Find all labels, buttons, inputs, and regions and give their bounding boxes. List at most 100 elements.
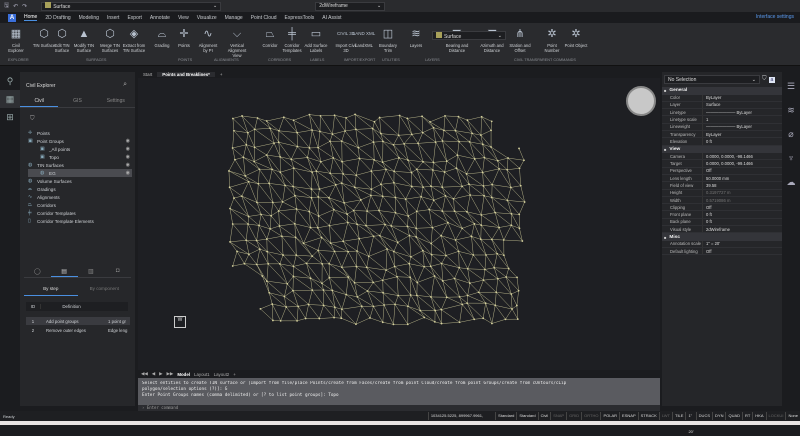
tree-item[interactable]: ∿Alignments <box>28 193 132 201</box>
property-row[interactable]: ClippingOff <box>662 204 782 211</box>
status-toggle[interactable]: DYN <box>712 412 725 420</box>
menu-tab-expresstools[interactable]: ExpressTools <box>285 15 315 21</box>
property-row[interactable]: Elevation0 ft <box>662 138 782 145</box>
menu-tab-annotate[interactable]: Annotate <box>150 15 170 21</box>
ribbon-button-station-and-offset[interactable]: ⋔Station and Offset <box>508 26 532 53</box>
filter-icon[interactable]: ⛉ <box>30 116 35 123</box>
layout-nav-button[interactable]: ◀ <box>152 371 155 377</box>
tab-settings[interactable]: Settings <box>97 98 135 107</box>
tree-item[interactable]: ✛Points <box>28 129 132 137</box>
tab-by-component[interactable]: By component <box>78 286 132 296</box>
ribbon-button-layers[interactable]: ≋Layers <box>404 26 428 48</box>
property-row[interactable]: Linetype——————— ByLayer <box>662 109 782 116</box>
ribbon-button-point-number[interactable]: ✲Point Number <box>540 26 564 53</box>
property-row[interactable]: Linetype scale1 <box>662 116 782 123</box>
status-toggle[interactable]: DUCS <box>696 412 712 420</box>
ribbon-button-points[interactable]: ✛Points <box>172 26 196 48</box>
search-icon[interactable]: ⌕ <box>123 81 127 89</box>
status-toggle[interactable]: STRACK <box>638 412 659 420</box>
ribbon-button-edit-tin-surface[interactable]: ⬡Edit TIN Surface <box>50 26 74 53</box>
interface-settings-link[interactable]: Interface settings <box>756 14 794 20</box>
civil-explorer-icon[interactable]: ▦ <box>0 90 20 108</box>
menu-tab-ai-assist[interactable]: AI Assist <box>322 15 341 21</box>
property-row[interactable]: Camera0.0000, 0.0000, -98.1466 <box>662 153 782 160</box>
ribbon-button-civil-explorer[interactable]: ▦Civil Explorer <box>4 26 28 53</box>
property-row[interactable]: Width0.5719086 m <box>662 197 782 204</box>
property-row[interactable]: Visual style2dWireframe <box>662 226 782 233</box>
status-toggle[interactable]: LOCKUI <box>766 412 786 420</box>
menu-tab-point-cloud[interactable]: Point Cloud <box>251 15 277 21</box>
property-row[interactable]: Front plane0 ft <box>662 211 782 218</box>
camera-icon[interactable]: ◘ <box>104 268 131 277</box>
layout-tab[interactable]: Layout2 <box>214 372 230 377</box>
status-toggle[interactable]: LWT <box>659 412 672 420</box>
visibility-eye-icon[interactable]: ◉ <box>126 162 130 168</box>
ribbon-button-boundary-trim[interactable]: ◫Boundary Trim <box>376 26 400 53</box>
status-toggle[interactable]: ORTHO <box>581 412 600 420</box>
status-toggle[interactable]: RT <box>742 412 752 420</box>
ribbon-button-corridor-templates[interactable]: ╪Corridor Templates <box>280 26 304 53</box>
property-row[interactable]: Lens length50.0000 mm <box>662 175 782 182</box>
info-icon[interactable]: ◯ <box>24 268 51 277</box>
menu-tab-visualize[interactable]: Visualize <box>197 15 217 21</box>
property-row[interactable]: LayerSurface <box>662 102 782 109</box>
property-row[interactable]: TransparencyByLayer <box>662 131 782 138</box>
layers-icon[interactable]: ≋ <box>782 100 800 120</box>
save-icon[interactable]: 🖫 <box>4 1 9 11</box>
visibility-eye-icon[interactable]: ◉ <box>126 154 130 160</box>
status-toggle[interactable]: HKA <box>752 412 765 420</box>
status-toggle[interactable]: Civil <box>538 412 551 420</box>
tree-item[interactable]: ◍Volume Surfaces <box>28 177 132 185</box>
tree-item[interactable]: ⏢Corridors <box>28 201 132 209</box>
visual-style-dropdown[interactable]: 2dWireframe⌄ <box>315 2 385 11</box>
tree-icon[interactable]: ⊞ <box>0 108 20 126</box>
status-toggle[interactable]: POLAR <box>600 412 619 420</box>
tab-civil[interactable]: Civil <box>20 98 58 107</box>
tree-item[interactable]: ⌓Gradings <box>28 185 132 193</box>
doc-tab[interactable]: Points and Breaklines* <box>157 72 215 77</box>
lightbulb-icon[interactable]: ♆ <box>782 148 800 168</box>
menu-tab-2d-drafting[interactable]: 2D Drafting <box>45 15 70 21</box>
status-toggle[interactable]: TILE <box>672 412 685 420</box>
status-toggle[interactable]: Standard <box>495 412 516 420</box>
table-row[interactable]: 2Remove outer edgesEdge leng <box>26 326 130 334</box>
table-row[interactable]: 1Add point groups1 point gr <box>26 317 130 325</box>
doc-tab[interactable]: + <box>215 72 228 77</box>
cloud-upload-icon[interactable]: ☁ <box>782 172 800 192</box>
statistics-icon[interactable]: ▥ <box>78 268 105 277</box>
quick-select-icon[interactable]: ⛉ <box>762 76 767 83</box>
tree-item[interactable]: ◍TIN Surfaces◉ <box>28 161 132 169</box>
selection-dropdown[interactable]: No Selection⌄ <box>664 75 760 84</box>
properties-icon[interactable]: ☰ <box>782 76 800 96</box>
undo-icon[interactable]: ↶ <box>13 3 18 10</box>
app-logo[interactable]: A <box>8 14 16 22</box>
tree-item[interactable]: ◍EG◉ <box>28 169 132 177</box>
status-toggle[interactable]: GRID <box>566 412 581 420</box>
layout-tab[interactable]: Model <box>177 372 190 377</box>
status-toggle[interactable]: ESNAP <box>619 412 638 420</box>
ribbon-button-vertical-alignment-view[interactable]: ⌵Vertical Alignment View <box>225 26 249 58</box>
tree-item[interactable]: ▣Topo◉ <box>28 153 132 161</box>
property-row[interactable]: Annotation scale1" = 20' <box>662 241 782 248</box>
property-section-view[interactable]: View <box>662 146 782 154</box>
toggle-pickadd-icon[interactable]: a <box>769 77 776 83</box>
tree-item[interactable]: ▣Point Groups◉ <box>28 137 132 145</box>
property-row[interactable]: Field of view39.58 <box>662 182 782 189</box>
property-row[interactable]: ColorByLayer <box>662 95 782 102</box>
status-toggle[interactable]: 1" = 20' <box>685 412 695 420</box>
tab-by-step[interactable]: By step <box>24 286 78 296</box>
property-row[interactable]: Lineweight——————— ByLayer <box>662 124 782 131</box>
ribbon-button-alignment-by-pi[interactable]: ∿Alignment by PI <box>196 26 220 53</box>
drawing-viewport[interactable]: W <box>138 78 660 370</box>
definition-icon[interactable]: ▤ <box>51 268 78 277</box>
menu-tab-export[interactable]: Export <box>127 15 141 21</box>
property-row[interactable]: Back plane0 ft <box>662 219 782 226</box>
visibility-eye-icon[interactable]: ◉ <box>126 146 130 152</box>
menu-tab-manage[interactable]: Manage <box>225 15 243 21</box>
tree-item[interactable]: ▯Corridor Template Elements <box>28 217 132 225</box>
layout-nav-button[interactable]: ▶ <box>159 371 162 377</box>
ribbon-button-extract-from-tin-surface[interactable]: ◈Extract from TIN Surface <box>122 26 146 53</box>
layout-tab[interactable]: Layout1 <box>194 372 210 377</box>
attach-icon[interactable]: ⌀ <box>782 124 800 144</box>
layout-tab[interactable]: + <box>233 372 236 377</box>
